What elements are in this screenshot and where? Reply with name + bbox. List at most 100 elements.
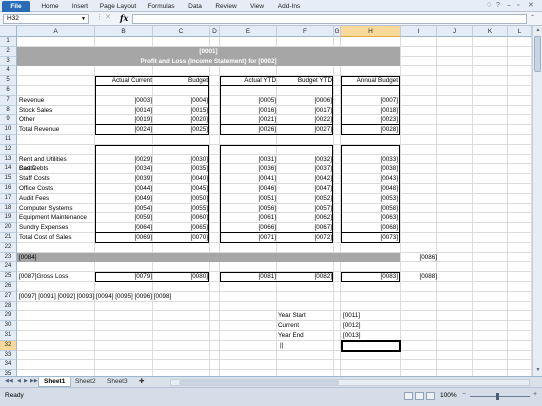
scroll-down-icon[interactable]: ▼ xyxy=(534,366,542,374)
row-header-25[interactable]: 25 xyxy=(0,272,17,282)
chevron-down-icon[interactable]: ▼ xyxy=(81,15,86,23)
row-header-20[interactable]: 20 xyxy=(0,223,17,233)
tab-sheet2[interactable]: Sheet2 xyxy=(70,377,101,387)
cost-row-label: Rent and Utilities xyxy=(19,155,67,163)
row-header-15[interactable]: 15 xyxy=(0,174,17,184)
column-header-h[interactable]: H xyxy=(341,26,401,37)
minimize-window-icon[interactable]: – xyxy=(507,1,511,11)
row-header-24[interactable]: 24 xyxy=(0,262,17,273)
tab-formulas[interactable]: Formulas xyxy=(145,1,177,12)
column-header-b[interactable]: B xyxy=(95,26,153,37)
active-cell-h32[interactable] xyxy=(341,339,401,352)
tab-sheet3[interactable]: Sheet3 xyxy=(102,377,133,387)
zoom-slider-knob[interactable] xyxy=(496,393,499,400)
normal-view-icon[interactable] xyxy=(404,392,413,400)
row-header-17[interactable]: 17 xyxy=(0,193,17,204)
row-header-21[interactable]: 21 xyxy=(0,233,17,243)
column-header-c[interactable]: C xyxy=(153,26,210,37)
next-sheet-icon[interactable]: ▶ xyxy=(24,378,28,384)
tab-data[interactable]: Data xyxy=(184,1,206,12)
column-header-f[interactable]: F xyxy=(277,26,334,37)
tab-home[interactable]: Home xyxy=(38,1,62,12)
horizontal-scrollbar[interactable] xyxy=(170,379,530,386)
page-layout-view-icon[interactable] xyxy=(415,392,424,400)
row-header-9[interactable]: 9 xyxy=(0,115,17,126)
page-break-view-icon[interactable] xyxy=(426,392,435,400)
tab-add-ins[interactable]: Add-Ins xyxy=(274,1,304,12)
insert-function-icon[interactable]: fx xyxy=(120,13,128,23)
row-header-23[interactable]: 23 xyxy=(0,252,17,263)
row-header-18[interactable]: 18 xyxy=(0,203,17,214)
expand-formula-bar-icon[interactable]: ⌃ xyxy=(530,14,535,21)
row-header-27[interactable]: 27 xyxy=(0,291,17,302)
costs-box xyxy=(341,144,400,243)
column-header-i[interactable]: I xyxy=(401,26,437,37)
zoom-level[interactable]: 100% xyxy=(440,392,457,399)
help-icon[interactable]: ? xyxy=(496,1,500,11)
row-header-30[interactable]: 30 xyxy=(0,321,17,331)
insert-sheet-icon[interactable]: ✚ xyxy=(134,377,149,387)
row-header-4[interactable]: 4 xyxy=(0,66,17,77)
row22-code: [0084] xyxy=(19,253,37,261)
column-header-l[interactable]: L xyxy=(508,26,532,37)
row-header-28[interactable]: 28 xyxy=(0,301,17,312)
row-header-14[interactable]: 14 xyxy=(0,164,17,175)
column-header-g[interactable]: G xyxy=(334,26,341,37)
status-ready: Ready xyxy=(5,392,24,399)
last-sheet-icon[interactable]: ▶▶ xyxy=(30,378,38,384)
row-header-1[interactable]: 1 xyxy=(0,37,17,47)
row-header-11[interactable]: 11 xyxy=(0,135,17,145)
total-costs-line xyxy=(220,232,333,233)
ribbon-tab-bar: File Home Insert Page Layout Formulas Da… xyxy=(0,0,542,12)
row-header-34[interactable]: 34 xyxy=(0,360,17,371)
row-header-5[interactable]: 5 xyxy=(0,76,17,86)
row-header-7[interactable]: 7 xyxy=(0,95,17,106)
gridline-col xyxy=(400,37,401,376)
scroll-up-icon[interactable]: ▲ xyxy=(534,26,542,34)
row-header-10[interactable]: 10 xyxy=(0,125,17,135)
column-header-d[interactable]: D xyxy=(210,26,220,37)
row-header-8[interactable]: 8 xyxy=(0,105,17,116)
first-sheet-icon[interactable]: ◀◀ xyxy=(5,378,13,384)
column-header-j[interactable]: J xyxy=(437,26,473,37)
close-window-icon[interactable]: ✕ xyxy=(528,1,534,11)
horizontal-scroll-thumb[interactable] xyxy=(179,380,339,385)
total-costs-line xyxy=(341,232,400,233)
row-header-6[interactable]: 6 xyxy=(0,86,17,96)
formula-input[interactable] xyxy=(132,14,527,24)
zoom-in-icon[interactable]: + xyxy=(533,391,537,398)
column-header-e[interactable]: E xyxy=(220,26,277,37)
column-header-a[interactable]: A xyxy=(17,26,95,37)
worksheet-grid[interactable]: ABCDEFGHIJKL 1 2 3 4 5 6 7 8 9 10 11 12 13 14 15 16 17 18… xyxy=(0,26,532,376)
cancel-icon[interactable]: ⋮ ✕ xyxy=(96,13,111,21)
row-header-13[interactable]: 13 xyxy=(0,154,17,165)
formula-bar: H32 ▼ ⋮ ✕ fx ⌃ xyxy=(0,12,542,26)
tab-sheet1[interactable]: Sheet1 xyxy=(38,377,72,387)
row-header-26[interactable]: 26 xyxy=(0,282,17,292)
zoom-out-icon[interactable]: − xyxy=(462,391,466,398)
row-header-16[interactable]: 16 xyxy=(0,184,17,194)
row-header-33[interactable]: 33 xyxy=(0,350,17,361)
vertical-scrollbar[interactable]: ▲ ▼ xyxy=(532,26,542,376)
vertical-scroll-thumb[interactable] xyxy=(534,36,541,72)
tab-insert[interactable]: Insert xyxy=(68,1,92,12)
name-box[interactable]: H32 ▼ xyxy=(3,14,89,24)
row-header-19[interactable]: 19 xyxy=(0,213,17,224)
row-header-3[interactable]: 3 xyxy=(0,56,17,67)
column-header-k[interactable]: K xyxy=(473,26,508,37)
row-header-2[interactable]: 2 xyxy=(0,46,17,57)
tab-view[interactable]: View xyxy=(246,1,268,12)
select-all-corner[interactable] xyxy=(0,26,17,37)
row-header-32[interactable]: 32 xyxy=(0,340,17,351)
row-header-31[interactable]: 31 xyxy=(0,331,17,341)
prev-sheet-icon[interactable]: ◀ xyxy=(17,378,21,384)
row-header-22[interactable]: 22 xyxy=(0,242,17,253)
row-header-12[interactable]: 12 xyxy=(0,144,17,155)
minimize-ribbon-icon[interactable]: ♢ xyxy=(486,1,492,11)
file-tab[interactable]: File xyxy=(2,1,30,12)
tab-review[interactable]: Review xyxy=(212,1,240,12)
zoom-slider[interactable] xyxy=(470,396,530,397)
restore-window-icon[interactable]: ▫ xyxy=(517,1,519,11)
tab-page-layout[interactable]: Page Layout xyxy=(98,1,138,12)
row-header-29[interactable]: 29 xyxy=(0,311,17,322)
